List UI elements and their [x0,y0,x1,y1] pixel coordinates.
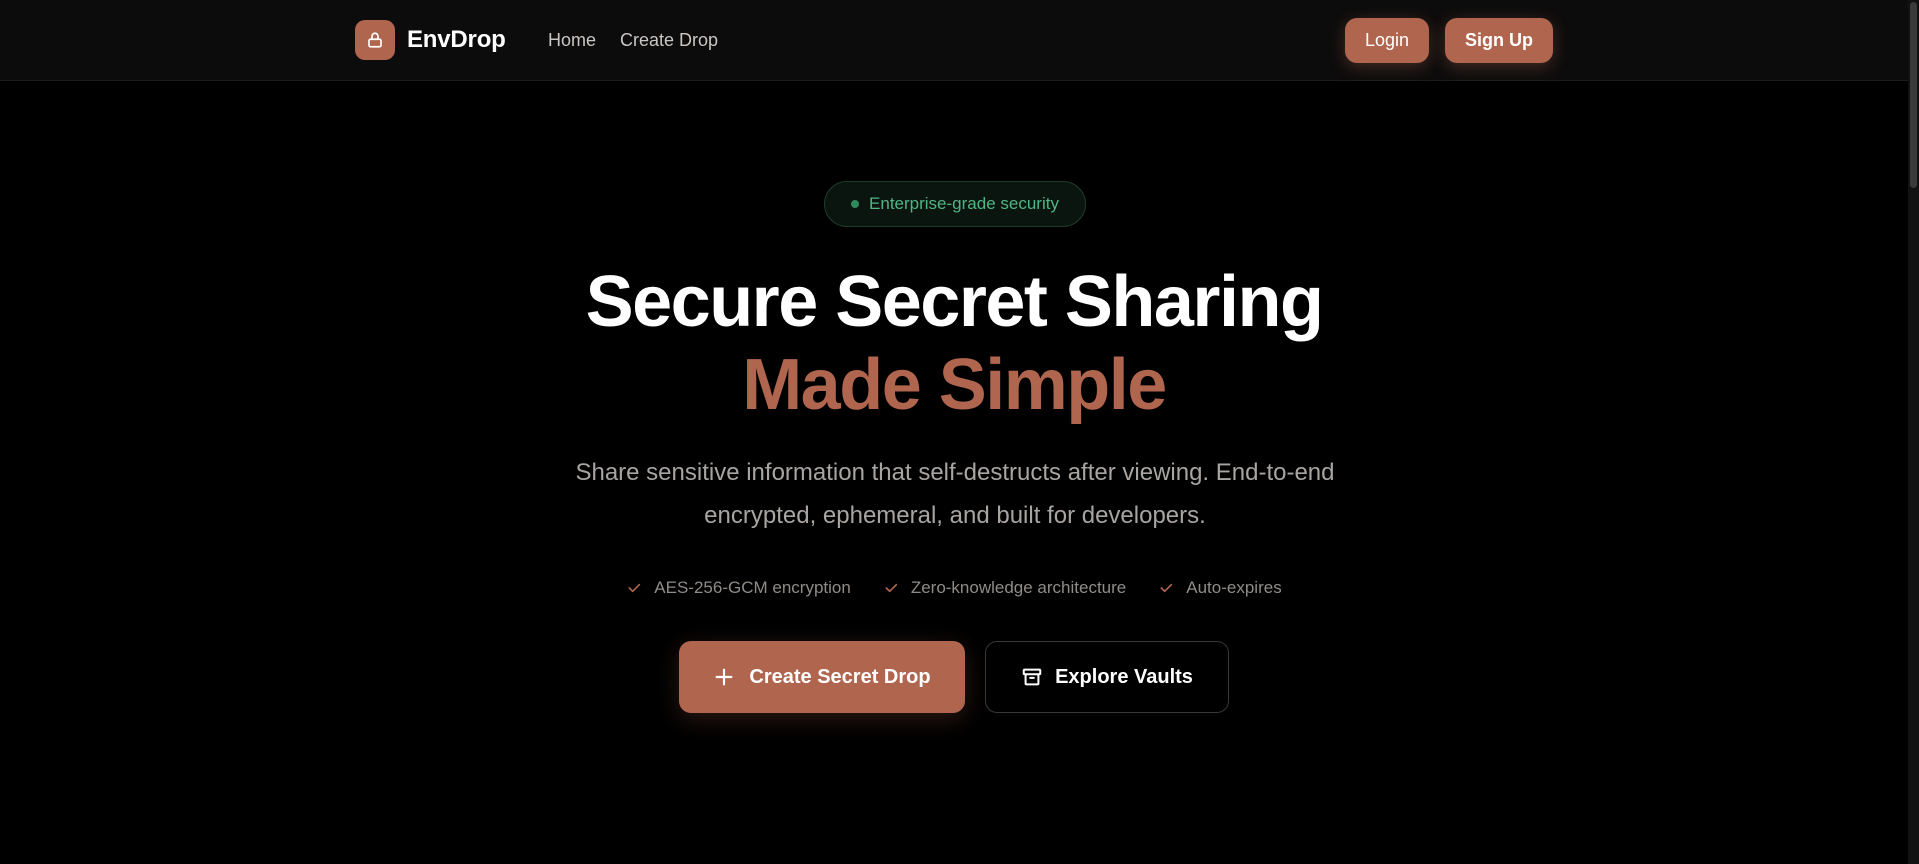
feature-item: Zero-knowledge architecture [883,578,1126,598]
feature-label: AES-256-GCM encryption [654,578,851,597]
brand-name: EnvDrop [407,26,506,53]
cta-row: Create Secret Drop Explore Vaults [0,641,1908,713]
badge-label: Enterprise-grade security [869,194,1059,213]
plus-icon [715,668,733,686]
nav-link-create-drop[interactable]: Create Drop [620,30,718,51]
top-navbar: EnvDrop Home Create Drop Login Sign Up [0,0,1908,81]
security-badge: Enterprise-grade security [824,181,1086,227]
scrollbar-thumb[interactable] [1910,2,1917,188]
login-button[interactable]: Login [1344,18,1429,63]
feature-label: Zero-knowledge architecture [910,578,1127,597]
brand[interactable]: EnvDrop [355,20,506,60]
hero-title: Secure Secret Sharing [585,262,1324,342]
signup-button[interactable]: Sign Up [1445,18,1553,63]
check-icon [628,583,641,593]
create-secret-drop-label: Create Secret Drop [749,665,931,688]
hero-subtitle: Share sensitive information that self-de… [575,459,1335,529]
archive-icon [1022,668,1042,686]
hero-title-accent: Made Simple [742,345,1167,425]
nav-links: Home Create Drop [548,30,718,51]
feature-item: AES-256-GCM encryption [626,578,851,598]
check-icon [885,583,897,593]
auth-buttons: Login Sign Up [1344,18,1553,63]
explore-vaults-button[interactable]: Explore Vaults [985,641,1229,713]
create-secret-drop-button[interactable]: Create Secret Drop [679,641,965,713]
check-icon [1160,583,1173,593]
lock-icon [355,20,395,60]
feature-item: Auto-expires [1158,578,1282,598]
scrollbar[interactable] [1908,0,1919,864]
explore-vaults-label: Explore Vaults [1055,665,1193,688]
status-dot-icon [851,200,860,208]
feature-list: AES-256-GCM encryption Zero-knowledge ar… [0,578,1908,598]
nav-link-home[interactable]: Home [548,30,596,51]
feature-label: Auto-expires [1186,578,1282,597]
